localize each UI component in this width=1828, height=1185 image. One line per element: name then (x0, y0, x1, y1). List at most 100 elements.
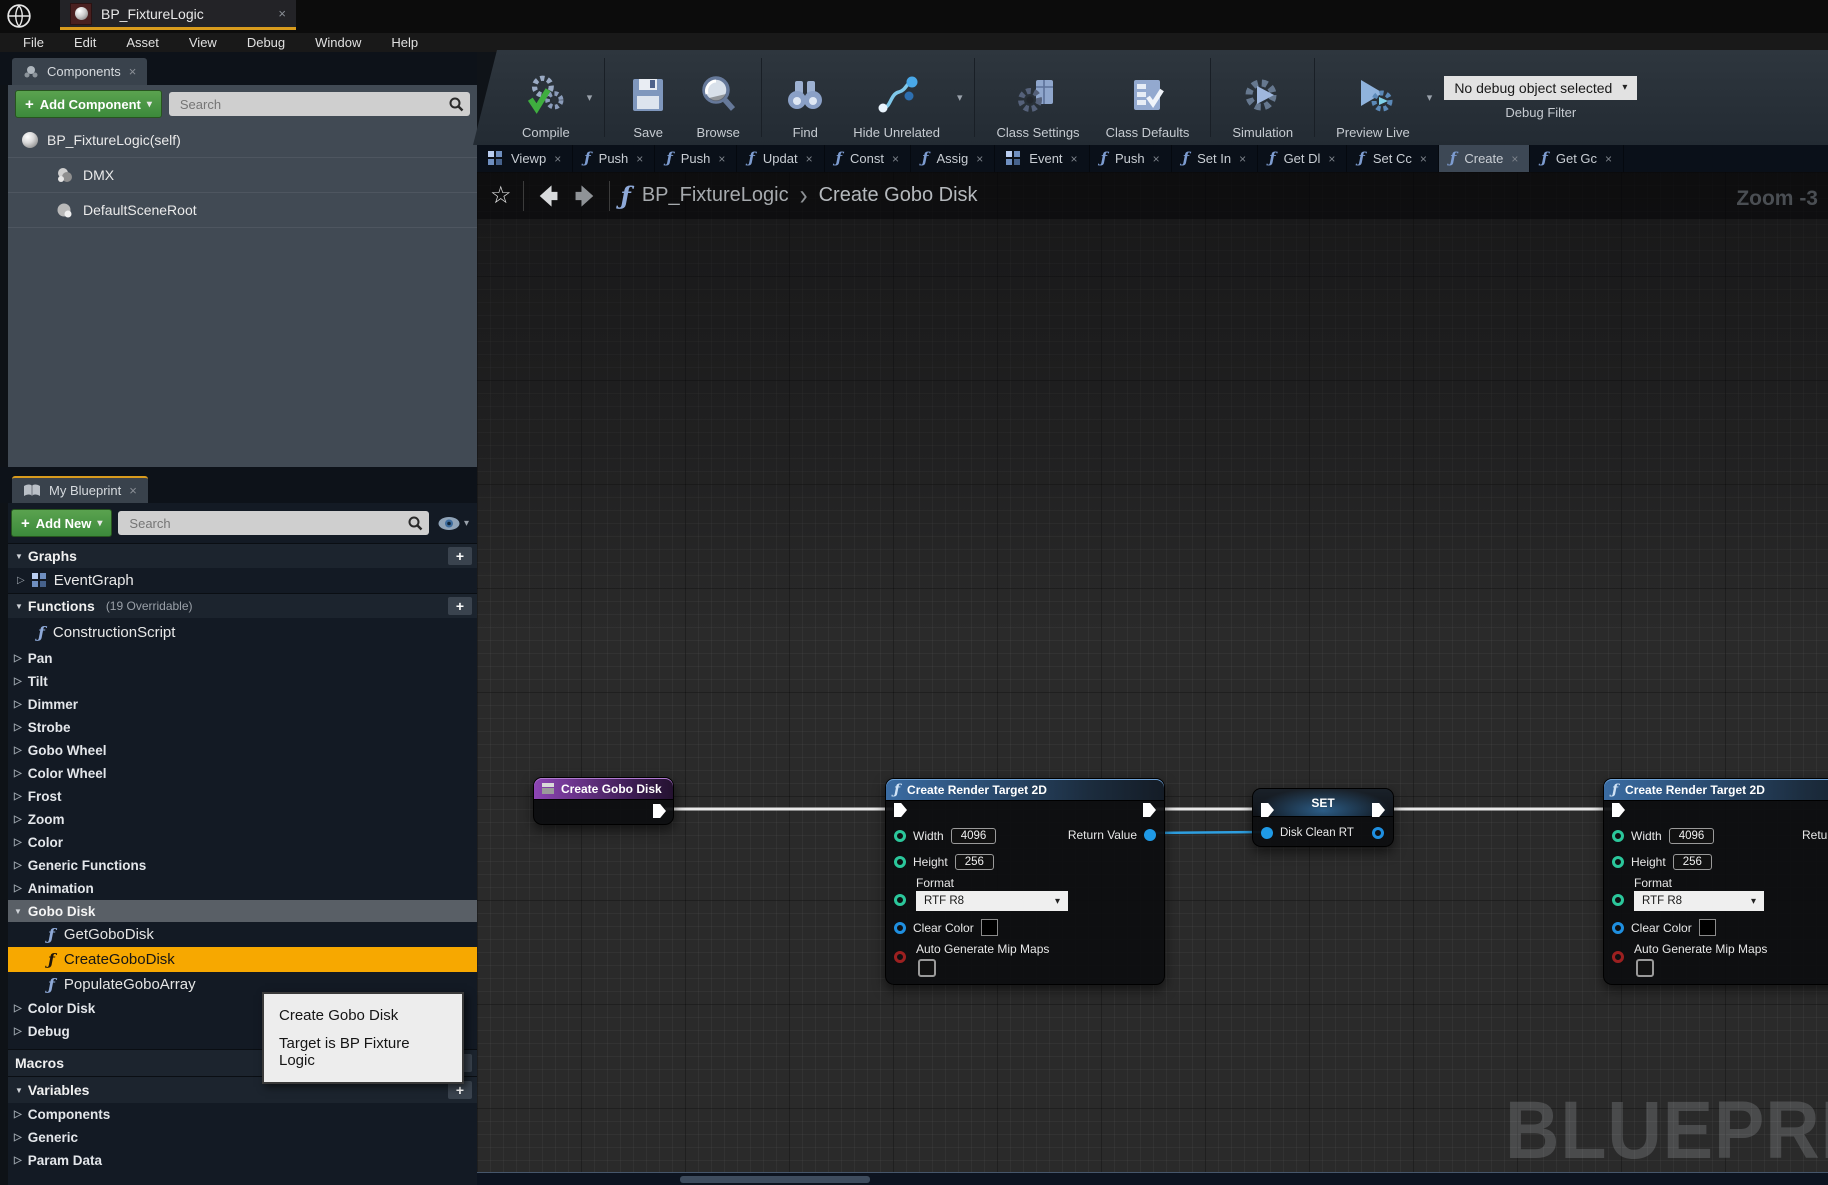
compile-options-caret[interactable]: ▾ (583, 91, 597, 104)
category-frost[interactable]: ▷Frost (8, 785, 477, 808)
exec-out-pin[interactable] (653, 804, 666, 818)
category-param-data[interactable]: ▷Param Data (8, 1149, 477, 1172)
asset-tab[interactable]: BP_FixtureLogic × (60, 0, 296, 30)
collapsed-arrow-icon[interactable]: ▷ (17, 575, 25, 586)
category-components-vars[interactable]: ▷Components (8, 1103, 477, 1126)
collapsed-arrow-icon[interactable]: ▷ (14, 745, 22, 756)
doc-tab-set-cc[interactable]: ƒSet Cc× (1347, 145, 1438, 172)
add-new-button[interactable]: + Add New ▾ (11, 509, 112, 537)
menu-asset[interactable]: Asset (111, 35, 174, 50)
collapsed-arrow-icon[interactable]: ▷ (14, 1109, 22, 1120)
section-graphs[interactable]: ▼ Graphs + (8, 543, 477, 568)
components-tab-close-icon[interactable]: × (129, 64, 137, 79)
category-generic-functions[interactable]: ▷Generic Functions (8, 854, 477, 877)
visibility-filter-button[interactable]: ▾ (435, 516, 471, 531)
doc-tab-push-3[interactable]: ƒPush× (1090, 145, 1172, 172)
node-create-render-target-2d-1[interactable]: ƒ Create Render Target 2D Width 4096 Hei… (885, 778, 1165, 985)
component-row-dmx[interactable]: DMX (8, 158, 477, 193)
category-gobo-wheel[interactable]: ▷Gobo Wheel (8, 739, 477, 762)
section-functions[interactable]: ▼ Functions (19 Overridable) + (8, 593, 477, 618)
object-out-pin-icon[interactable] (1372, 827, 1384, 839)
close-icon[interactable]: × (976, 152, 983, 166)
horizontal-scrollbar[interactable] (477, 1172, 1828, 1185)
format-dropdown[interactable]: RTF R8 ▾ (1634, 891, 1764, 911)
add-graph-button[interactable]: + (448, 547, 472, 565)
close-icon[interactable]: × (806, 152, 813, 166)
int-pin-icon[interactable] (894, 856, 906, 868)
component-row-defaultsceneroot[interactable]: DefaultSceneRoot (8, 193, 477, 228)
components-search-input[interactable] (178, 96, 448, 113)
collapsed-arrow-icon[interactable]: ▷ (14, 814, 22, 825)
node-create-gobo-disk[interactable]: Create Gobo Disk (533, 777, 674, 825)
category-dimmer[interactable]: ▷Dimmer (8, 693, 477, 716)
close-icon[interactable]: × (1239, 152, 1246, 166)
close-icon[interactable]: × (1153, 152, 1160, 166)
doc-tab-get-dl[interactable]: ƒGet Dl× (1258, 145, 1347, 172)
height-value-input[interactable]: 256 (1673, 854, 1712, 870)
close-icon[interactable]: × (1328, 152, 1335, 166)
doc-tab-get-gc[interactable]: ƒGet Gc× (1530, 145, 1624, 172)
close-icon[interactable]: × (1071, 152, 1078, 166)
int-pin-icon[interactable] (894, 830, 906, 842)
my-blueprint-tab-close-icon[interactable]: × (129, 483, 137, 498)
exec-in-pin[interactable] (1612, 803, 1625, 817)
close-icon[interactable]: × (892, 152, 899, 166)
menu-window[interactable]: Window (300, 35, 376, 50)
int-pin-icon[interactable] (1612, 856, 1624, 868)
mips-checkbox[interactable] (918, 959, 936, 977)
collapsed-arrow-icon[interactable]: ▷ (14, 791, 22, 802)
category-zoom[interactable]: ▷Zoom (8, 808, 477, 831)
doc-tab-create-active[interactable]: ƒCreate× (1439, 145, 1531, 172)
color-swatch[interactable] (1699, 919, 1716, 936)
collapsed-arrow-icon[interactable]: ▷ (14, 699, 22, 710)
node-set-disk-clean-rt[interactable]: SET Disk Clean RT (1252, 788, 1394, 847)
close-icon[interactable]: × (1420, 152, 1427, 166)
doc-tab-push-1[interactable]: ƒPush× (573, 145, 655, 172)
save-button[interactable]: Save (613, 50, 683, 145)
enum-pin-icon[interactable] (894, 894, 906, 906)
mips-checkbox[interactable] (1636, 959, 1654, 977)
scrollbar-thumb[interactable] (680, 1176, 870, 1183)
collapsed-arrow-icon[interactable]: ▷ (14, 837, 22, 848)
breadcrumb-root[interactable]: BP_FixtureLogic (642, 184, 789, 207)
object-pin-icon[interactable] (1144, 829, 1156, 841)
category-generic-vars[interactable]: ▷Generic (8, 1126, 477, 1149)
close-icon[interactable]: × (636, 152, 643, 166)
collapsed-arrow-icon[interactable]: ▷ (14, 860, 22, 871)
simulation-button[interactable]: Simulation (1219, 50, 1306, 145)
my-blueprint-search[interactable] (118, 511, 429, 535)
menu-edit[interactable]: Edit (59, 35, 111, 50)
color-pin-icon[interactable] (1612, 922, 1624, 934)
collapsed-arrow-icon[interactable]: ▷ (14, 653, 22, 664)
object-pin-icon[interactable] (1261, 827, 1273, 839)
exec-out-pin[interactable] (1143, 803, 1156, 817)
enum-pin-icon[interactable] (1612, 894, 1624, 906)
close-icon[interactable]: × (554, 152, 561, 166)
node-create-render-target-2d-2[interactable]: ƒ Create Render Target 2D Width 4096 Hei… (1603, 778, 1828, 985)
doc-tab-push-2[interactable]: ƒPush× (655, 145, 737, 172)
height-value-input[interactable]: 256 (955, 854, 994, 870)
doc-tab-construct[interactable]: ƒConst× (825, 145, 911, 172)
row-eventgraph[interactable]: ▷ EventGraph (8, 568, 477, 593)
preview-live-button[interactable]: Preview Live (1323, 50, 1423, 145)
find-button[interactable]: Find (770, 50, 840, 145)
my-blueprint-search-input[interactable] (127, 515, 407, 532)
components-search[interactable] (169, 92, 470, 116)
category-color[interactable]: ▷Color (8, 831, 477, 854)
doc-tab-assign[interactable]: ƒAssig× (911, 145, 995, 172)
bool-pin-icon[interactable] (1612, 951, 1624, 963)
menu-file[interactable]: File (8, 35, 59, 50)
category-pan[interactable]: ▷Pan (8, 647, 477, 670)
bookmark-star-icon[interactable]: ☆ (490, 184, 512, 208)
exec-in-pin[interactable] (894, 803, 907, 817)
collapsed-arrow-icon[interactable]: ▷ (14, 722, 22, 733)
doc-tab-event[interactable]: Event× (995, 145, 1089, 172)
close-icon[interactable]: × (718, 152, 725, 166)
graph-canvas[interactable]: ☆ ƒ BP_FixtureLogic › Create Gobo Disk Z… (477, 172, 1828, 1185)
menu-help[interactable]: Help (376, 35, 433, 50)
tab-components[interactable]: Components × (12, 58, 147, 85)
collapsed-arrow-icon[interactable]: ▷ (14, 1026, 22, 1037)
category-gobo-disk[interactable]: ▼ Gobo Disk (8, 900, 477, 922)
function-getgobodisk[interactable]: ƒ GetGoboDisk (8, 922, 477, 947)
add-component-button[interactable]: + Add Component ▾ (15, 90, 162, 118)
